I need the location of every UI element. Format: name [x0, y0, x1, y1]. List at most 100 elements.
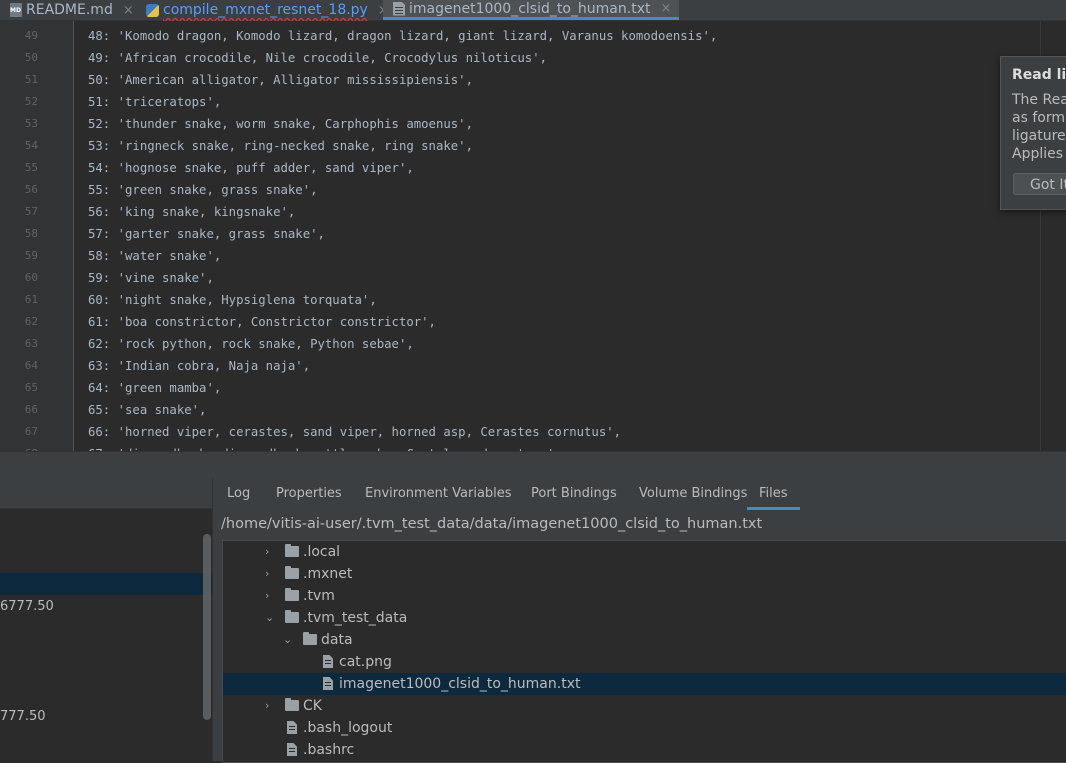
close-icon[interactable]: × [660, 1, 671, 16]
tab-compile-script[interactable]: compile_mxnet_resnet_18.py × [146, 0, 389, 20]
close-icon[interactable]: × [123, 3, 134, 18]
code-line: 65: 'sea snake', [88, 403, 207, 417]
tab-readme[interactable]: README.md × [10, 0, 134, 20]
file-tree-label: .tvm [303, 588, 335, 604]
line-number: 61 [24, 293, 38, 306]
line-number: 53 [24, 117, 38, 130]
tab-volume-bindings[interactable]: Volume Bindings [639, 478, 747, 510]
line-number: 62 [24, 315, 38, 328]
file-tree-row[interactable]: .bash_logout [223, 717, 1066, 739]
popup-text-line: Applies [1012, 146, 1064, 162]
services-tree-panel: 6777.50 777.50 [0, 478, 212, 761]
code-line: 52: 'thunder snake, worm snake, Carphoph… [88, 117, 473, 131]
line-number: 67 [24, 425, 38, 438]
folder-icon [285, 588, 299, 601]
container-details-panel: Log Properties Environment Variables Por… [212, 478, 1066, 763]
file-tree-row[interactable]: › .tvm [223, 585, 1066, 607]
selected-row[interactable] [0, 573, 212, 595]
file-icon [323, 655, 333, 668]
line-number: 50 [24, 51, 38, 64]
folder-icon [285, 610, 299, 623]
line-number: 55 [24, 161, 38, 174]
file-tree-row[interactable]: imagenet1000_clsid_to_human.txt [223, 673, 1066, 695]
left-scrollbar-thumb[interactable] [203, 534, 211, 720]
code-line: 58: 'water snake', [88, 249, 222, 263]
tab-files[interactable]: Files [747, 478, 800, 510]
line-number: 60 [24, 271, 38, 284]
file-path: /home/vitis-ai-user/.tvm_test_data/data/… [221, 516, 763, 532]
file-tree-row[interactable]: .bashrc [223, 739, 1066, 761]
code-line: 51: 'triceratops', [88, 95, 222, 109]
line-number: 57 [24, 205, 38, 218]
file-icon [287, 721, 297, 734]
code-line: 55: 'green snake, grass snake', [88, 183, 318, 197]
code-editor[interactable]: 49 50 51 52 53 54 55 56 57 58 59 60 61 62 63 64 65 66 67 68… [0, 21, 1066, 451]
folder-icon [285, 698, 299, 711]
line-number: 56 [24, 183, 38, 196]
folder-icon [285, 566, 299, 579]
code-line: 60: 'night snake, Hypsiglena torquata', [88, 293, 377, 307]
tab-properties[interactable]: Properties [276, 478, 342, 510]
code-line: 50: 'American alligator, Alligator missi… [88, 73, 473, 87]
folder-icon [303, 632, 317, 645]
code-line: 61: 'boa constrictor, Constrictor constr… [88, 315, 436, 329]
popup-text-line: ligature [1012, 128, 1066, 144]
tab-log[interactable]: Log [227, 478, 250, 510]
code-line: 62: 'rock python, rock snake, Python seb… [88, 337, 414, 351]
left-panel-list[interactable]: 6777.50 777.50 [0, 509, 212, 761]
line-number: 51 [24, 73, 38, 86]
chevron-down-icon[interactable]: ⌄ [283, 629, 292, 651]
file-icon [323, 677, 333, 690]
left-value: 777.50 [0, 709, 46, 724]
code-line: 53: 'ringneck snake, ring-necked snake, … [88, 139, 473, 153]
markdown-file-icon [10, 3, 22, 17]
file-tree-row[interactable]: › .mxnet [223, 563, 1066, 585]
line-number: 52 [24, 95, 38, 108]
line-number: 68 [0, 443, 38, 451]
line-number: 49 [24, 29, 38, 42]
file-tree-label: data [321, 632, 353, 648]
file-tree-label: .mxnet [303, 566, 353, 582]
tab-imagenet-file[interactable]: imagenet1000_clsid_to_human.txt × [383, 0, 680, 20]
popup-text-line: The Rea [1012, 92, 1066, 108]
line-number: 65 [24, 381, 38, 394]
file-tree-row[interactable]: ⌄ data [223, 629, 1066, 651]
tab-port-bindings[interactable]: Port Bindings [531, 478, 617, 510]
chevron-down-icon[interactable]: ⌄ [265, 607, 274, 629]
tab-label: README.md [26, 2, 113, 18]
tab-environment-variables[interactable]: Environment Variables [365, 478, 512, 510]
folder-icon [285, 544, 299, 557]
file-tree-row[interactable]: › .local [223, 541, 1066, 563]
file-tree-label: .local [303, 544, 341, 560]
chevron-right-icon[interactable]: › [265, 541, 269, 563]
file-tree-label: CK [303, 698, 322, 714]
file-tree-row[interactable]: › CK [223, 695, 1066, 717]
python-file-icon [146, 3, 159, 17]
text-file-icon [393, 1, 405, 16]
file-tree-label: cat.png [339, 654, 392, 670]
tab-label: imagenet1000_clsid_to_human.txt [409, 0, 651, 17]
file-tree-row[interactable]: ⌄ .tvm_test_data [223, 607, 1066, 629]
code-line: 59: 'vine snake', [88, 271, 214, 285]
left-panel-header [0, 478, 212, 509]
popup-text-line: as forma [1012, 110, 1066, 126]
panel-splitter[interactable] [0, 451, 1066, 478]
file-tree[interactable]: › .local › .mxnet › .tvm ⌄ .tvm_test_data ⌄ data c… [222, 540, 1066, 763]
line-number: 54 [24, 139, 38, 152]
file-tree-label: .tvm_test_data [303, 610, 408, 626]
file-tree-label: .bashrc [303, 742, 355, 758]
code-line: 49: 'African crocodile, Nile crocodile, … [88, 51, 548, 65]
code-line: 48: 'Komodo dragon, Komodo lizard, drago… [88, 29, 718, 43]
code-line: 57: 'garter snake, grass snake', [88, 227, 325, 241]
file-tree-row[interactable]: cat.png [223, 651, 1066, 673]
file-tree-label: imagenet1000_clsid_to_human.txt [339, 676, 581, 692]
left-value: 6777.50 [0, 599, 54, 614]
file-tree-label: .bash_logout [303, 720, 393, 736]
chevron-right-icon[interactable]: › [265, 563, 269, 585]
chevron-right-icon[interactable]: › [265, 695, 269, 717]
got-it-button[interactable]: Got It [1013, 173, 1066, 195]
line-number-gutter: 49 50 51 52 53 54 55 56 57 58 59 60 61 62 63 64 65 66 67 68 [0, 21, 74, 451]
code-line: 64: 'green mamba', [88, 381, 222, 395]
chevron-right-icon[interactable]: › [265, 585, 269, 607]
line-number: 63 [24, 337, 38, 350]
